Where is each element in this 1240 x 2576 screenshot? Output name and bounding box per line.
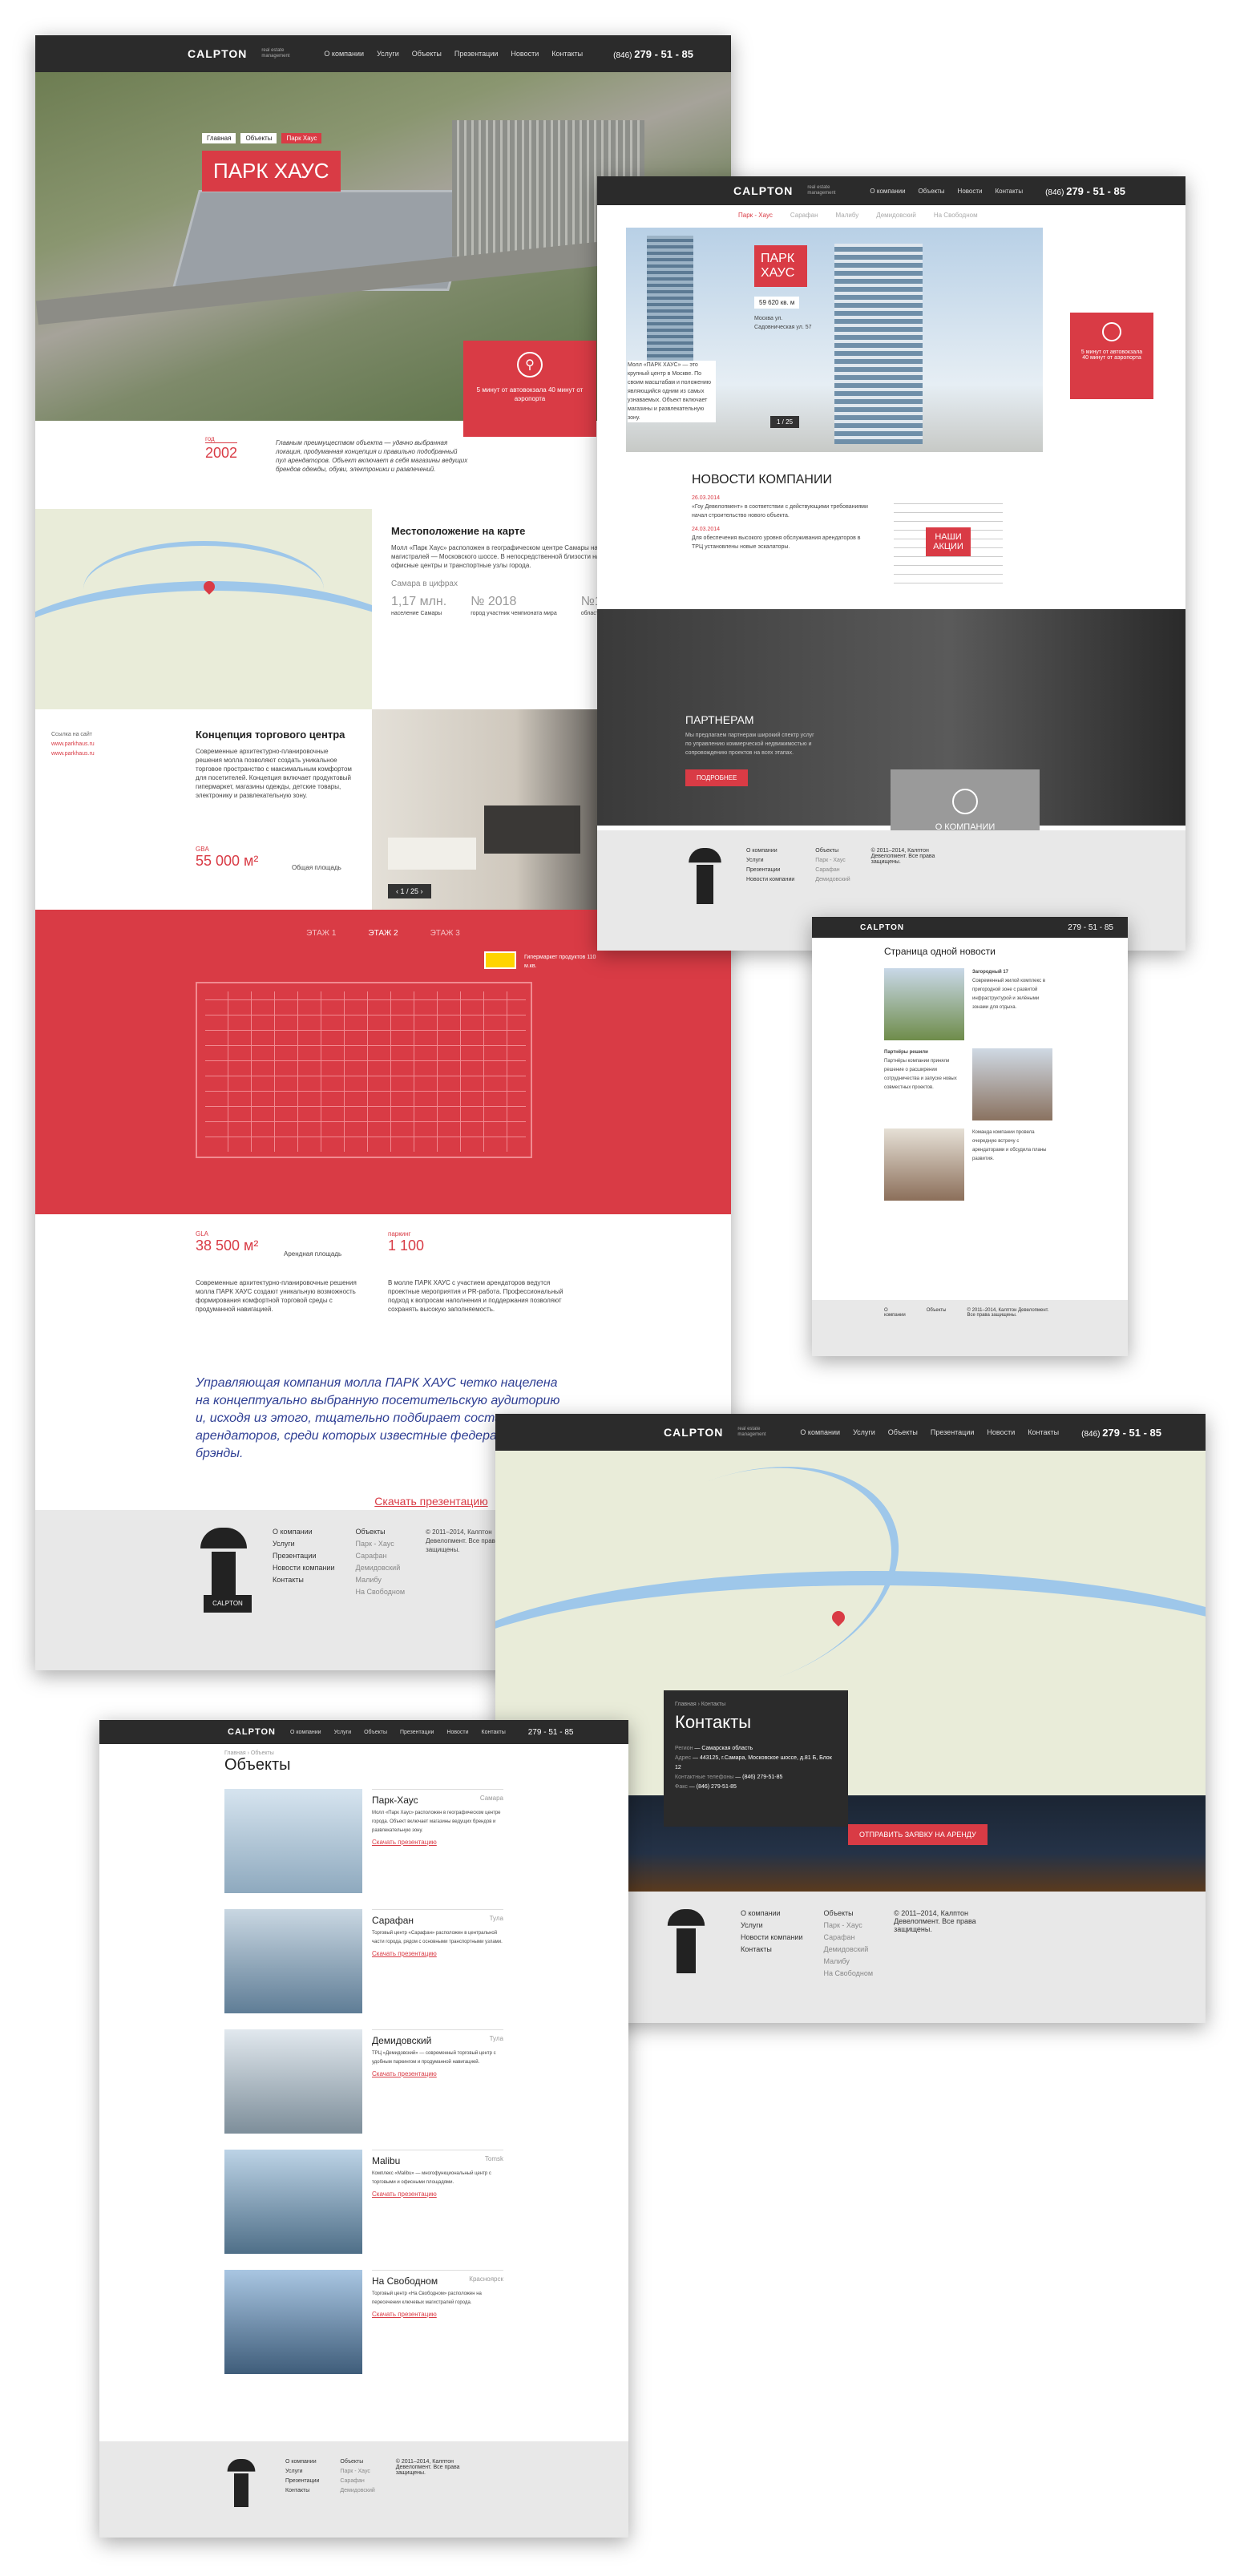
location-pin-icon: ⚲ (517, 352, 543, 378)
object-area: 59 620 кв. м (754, 297, 800, 309)
breadcrumb: Главная Объекты Парк Хаус (202, 133, 322, 143)
header-2: CALPTON real estate management О компани… (597, 176, 1185, 205)
phone[interactable]: (846) 279 - 51 - 85 (613, 48, 693, 60)
intro-text: Главным преимуществом объекта — удачно в… (276, 439, 468, 473)
gla-stat: GLA 38 500 м² (196, 1230, 259, 1254)
nav-services[interactable]: Услуги (377, 50, 399, 58)
nav-contacts[interactable]: Контакты (551, 50, 583, 58)
objects-breadcrumb: Главная › Объекты (224, 1750, 274, 1756)
promo-block[interactable]: НАШИ АКЦИИ (894, 503, 1003, 592)
stats-section: GLA 38 500 м² Арендная площадь паркинг 1… (35, 1214, 731, 1375)
total-area: GBA 55 000 м² (196, 846, 259, 869)
area-caption: Общая площадь (292, 864, 341, 871)
object-detail-sheet: CALPTON real estate management О компани… (597, 176, 1185, 951)
partners-more-button[interactable]: ПОДРОБНЕЕ (685, 769, 749, 786)
object-address: Москва ул. Садовническая ул. 57 (754, 316, 812, 330)
year-badge: год 2002 (205, 435, 238, 461)
anchor-caption: Гипермаркет продуктов 110 м.кв. (524, 955, 596, 969)
object-card[interactable]: Демидовский Тула ТРЦ «Демидовский» — сов… (224, 2029, 503, 2150)
main-nav: О компании Услуги Объекты Презентации Но… (324, 50, 583, 58)
tab-floor-3[interactable]: ЭТАЖ 3 (430, 929, 460, 938)
partners-text: Мы предлагаем партнерам широкий спектр у… (685, 733, 814, 756)
floor-plan[interactable] (196, 982, 532, 1158)
news-item-2: Партнёры решили Партнёры компании приняли… (812, 1048, 1128, 1120)
header: CALPTON real estate management О компани… (35, 35, 731, 72)
nav-about[interactable]: О компании (324, 50, 364, 58)
side-links: Ссылка на сайт www.parkhaus.ru www.parkh… (51, 732, 95, 757)
rent-request-button[interactable]: ОТПРАВИТЬ ЗАЯВКУ НА АРЕНДУ (848, 1824, 988, 1845)
tab-floor-1[interactable]: ЭТАЖ 1 (306, 929, 336, 938)
logo-subtitle: real estate management (261, 48, 290, 59)
slider-counter[interactable]: ‹ 1 / 25 › (388, 884, 431, 898)
object-card[interactable]: На Свободном Красноярск Торговый центр «… (224, 2270, 503, 2390)
objects-list-sheet: CALPTON О компании Услуги Объекты Презентац… (99, 1720, 628, 2538)
news-item-1: Загородный 17 Современный жилой комплекс … (812, 968, 1128, 1040)
nav-presentations[interactable]: Презентации (454, 50, 499, 58)
news-item-3: Команда компании провела очередную встре… (812, 1129, 1128, 1201)
header-4: CALPTON real estate management О компани… (495, 1414, 1206, 1451)
floor-plan-section: ЭТАЖ 1 ЭТАЖ 2 ЭТАЖ 3 Гипермаркет продукт… (35, 910, 731, 1214)
object-card[interactable]: Сарафан Тула Торговый центр «Сарафан» ра… (224, 1909, 503, 2029)
gallery-slider[interactable]: 1 / 25 (770, 416, 800, 428)
partners-title: ПАРТНЕРАМ (685, 713, 754, 726)
objects-title: Объекты (224, 1756, 291, 1774)
news-sheet: CALPTON 279 - 51 - 85 Страница одной ново… (812, 917, 1128, 1356)
tab-floor-2[interactable]: ЭТАЖ 2 (368, 929, 398, 938)
nav-objects[interactable]: Объекты (412, 50, 442, 58)
news-page-title: Страница одной новости (884, 946, 996, 957)
contacts-title: Контакты (675, 1712, 752, 1732)
chart-icon (952, 789, 978, 814)
header-5: CALPTON О компании Услуги Объекты Презентац… (99, 1720, 628, 1744)
object-card[interactable]: Парк-Хаус Самара Молл «Парк Хаус» распол… (224, 1789, 503, 1909)
nav-news[interactable]: Новости (511, 50, 539, 58)
stats-text-left: Современные архитектурно-планировочные р… (196, 1279, 357, 1313)
object-card[interactable]: Malibu Tomsk Комплекс «Malibu» — многофу… (224, 2150, 503, 2270)
parking-stat: паркинг 1 100 (388, 1230, 425, 1254)
footer-5: О компании Услуги Презентации Контакты Объе… (99, 2441, 628, 2538)
location-map[interactable] (35, 509, 372, 709)
header-3: CALPTON 279 - 51 - 85 (812, 917, 1128, 938)
page-title: ПАРК ХАУС (202, 151, 341, 192)
umbrella-man-logo: CALPTON (196, 1528, 252, 1624)
stats-text-right: В молле ПАРК ХАУС с участием арендаторов… (388, 1279, 563, 1313)
object-description: Молл «ПАРК ХАУС» — это крупный центр в М… (628, 361, 716, 422)
object-title-box: ПАРК ХАУС (754, 245, 807, 287)
download-presentation-link[interactable]: Скачать презентацию (374, 1495, 487, 1508)
location-pin-icon (1102, 322, 1121, 341)
concept-title: Концепция торгового центра (196, 729, 345, 741)
footer-col-2: Объекты Парк - Хаус Сарафан Демидовский Мал… (355, 1528, 406, 1596)
news-block: НОВОСТИ КОМПАНИИ 26.03.2014 «Гоу Девелопм… (692, 473, 868, 550)
object-tabs: Парк - Хаус Сарафан Малибу Демидовский На Св… (738, 212, 978, 219)
contacts-card: Главная › Контакты Контакты Регион — Сам… (664, 1690, 848, 1827)
concept-text: Современные архитектурно-планировочные р… (196, 748, 352, 799)
partners-section: ПАРТНЕРАМ Мы предлагаем партнерам широки… (597, 609, 1185, 858)
objects-list: Парк-Хаус Самара Молл «Парк Хаус» распол… (99, 1789, 628, 2390)
anchor-tenant-logo[interactable] (484, 951, 516, 969)
footer-3: О компании Объекты © 2011–2014, Калптон Де… (812, 1300, 1128, 1356)
logo[interactable]: CALPTON (188, 47, 247, 60)
travel-box-2: 5 минут от автовокзала 40 минут от аэроп… (1070, 313, 1153, 399)
footer-col-1: О компании Услуги Презентации Новости компа… (273, 1528, 335, 1584)
gla-caption: Арендная площадь (284, 1250, 342, 1258)
